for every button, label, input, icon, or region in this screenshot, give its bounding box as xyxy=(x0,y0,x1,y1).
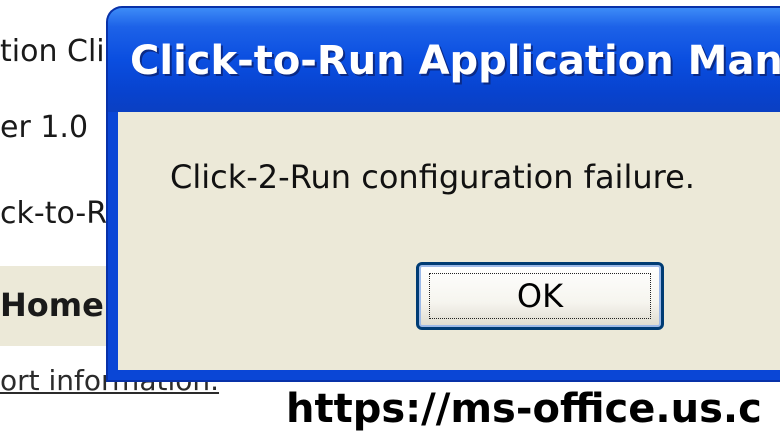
watermark-url: https://ms-office.us.c xyxy=(286,386,762,432)
error-message: Click-2-Run configuration failure. xyxy=(170,158,695,196)
dialog-body: Click-2-Run configuration failure. OK xyxy=(118,112,780,370)
background-text-line: ck-to-R xyxy=(0,196,108,231)
dialog-titlebar[interactable]: Click-to-Run Application Mana xyxy=(108,8,780,112)
ok-button-label: OK xyxy=(516,277,564,315)
background-text-line: er 1.0 xyxy=(0,110,89,145)
dialog-title: Click-to-Run Application Mana xyxy=(130,38,780,84)
error-dialog: Click-to-Run Application Mana Click-2-Ru… xyxy=(108,8,780,380)
background-home-heading: Home xyxy=(0,286,104,324)
ok-button[interactable]: OK xyxy=(416,262,664,330)
background-text-line: tion Clie xyxy=(0,34,124,69)
